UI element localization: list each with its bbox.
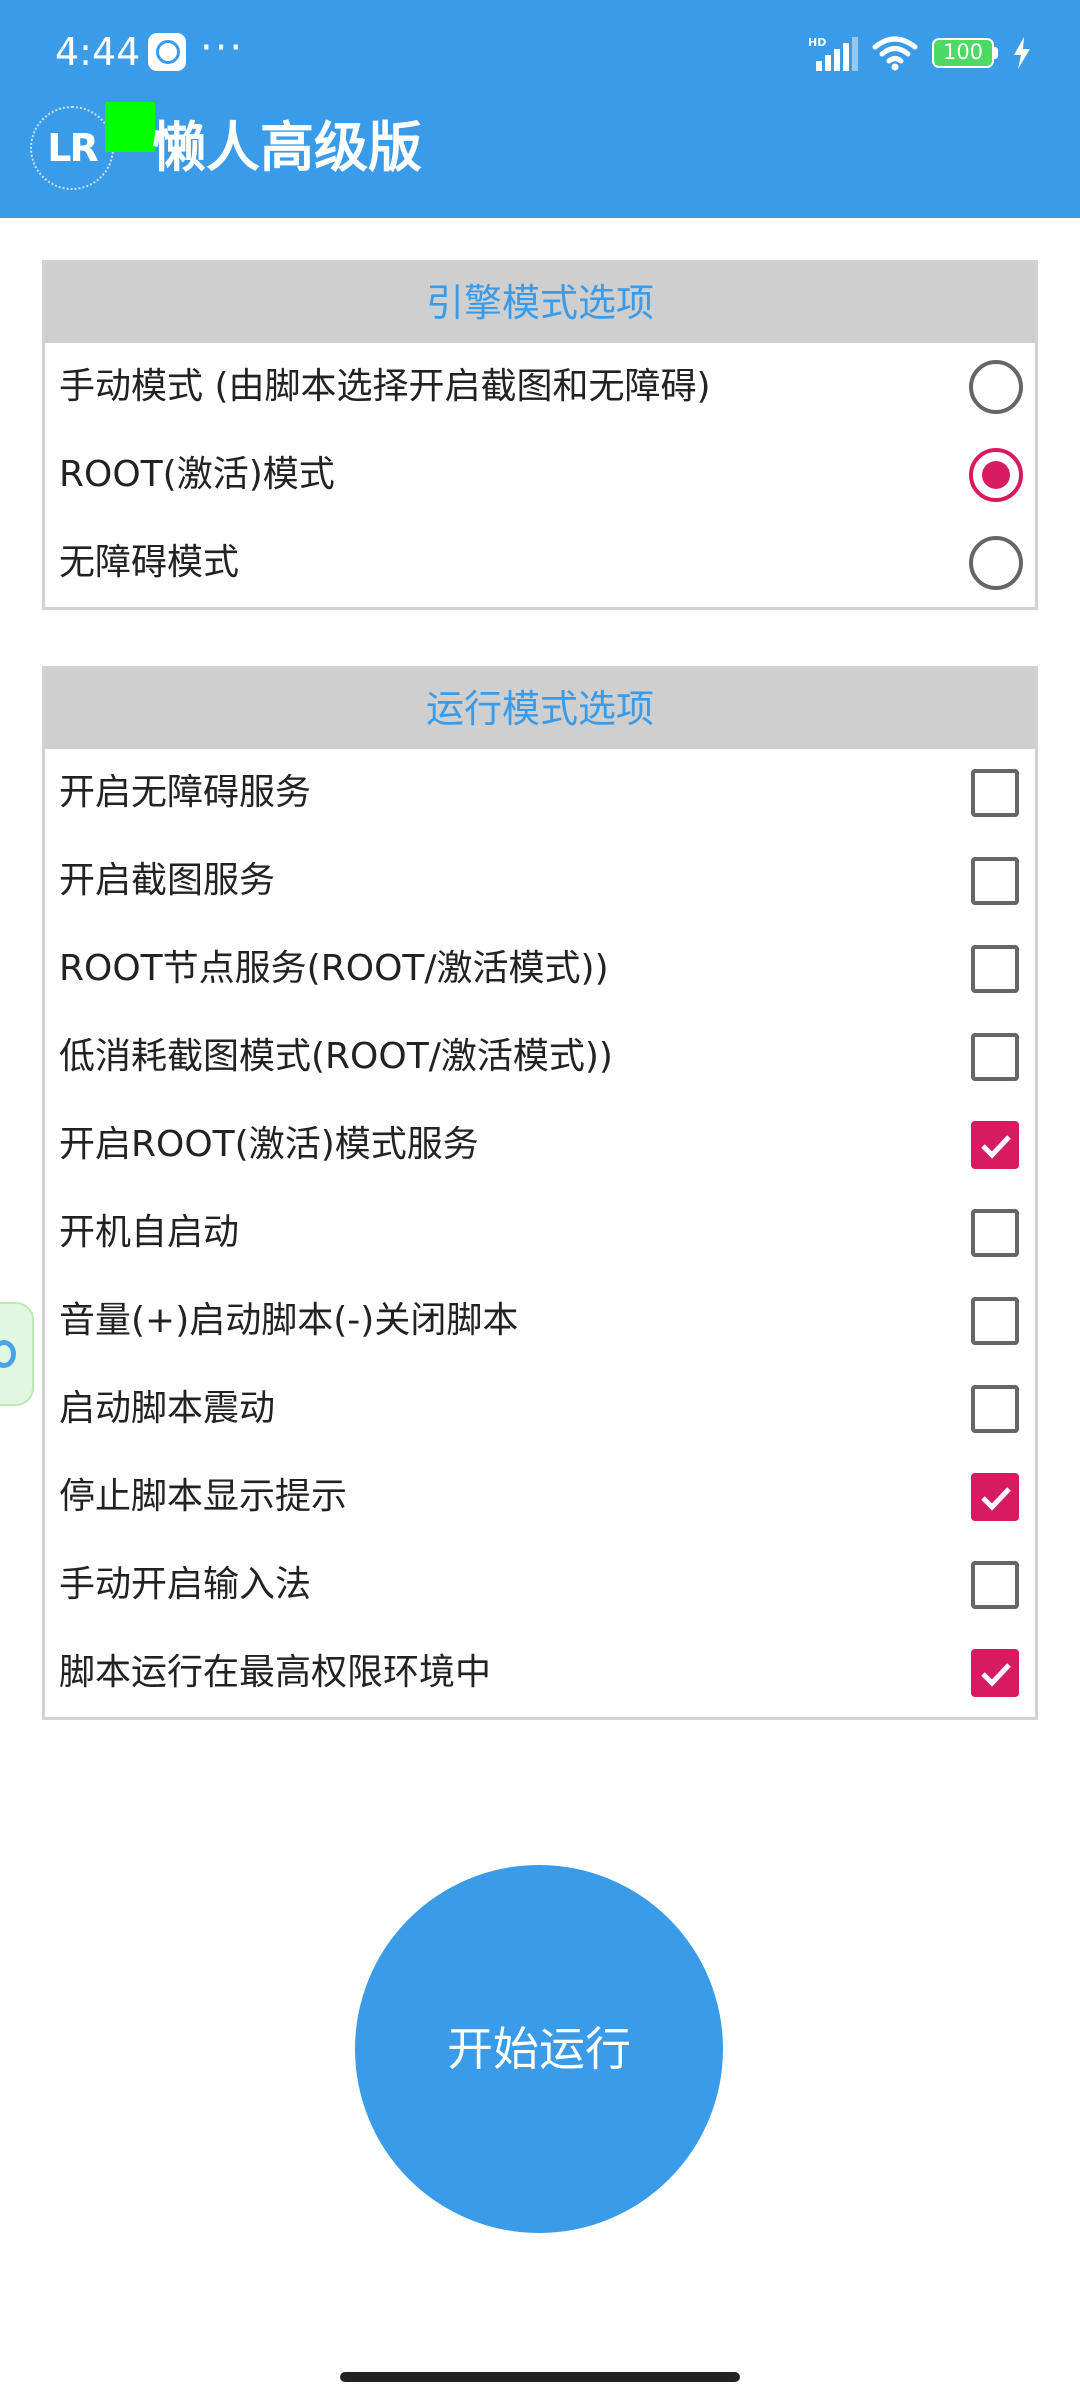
run-option-accessibility-service[interactable]: 开启无障碍服务 [45, 749, 1035, 837]
option-label: 停止脚本显示提示 [59, 1476, 348, 1517]
option-label: 低消耗截图模式(ROOT/激活模式)) [59, 1036, 613, 1077]
checkbox[interactable] [971, 1561, 1019, 1609]
run-option-start-vibrate[interactable]: 启动脚本震动 [45, 1365, 1035, 1453]
run-option-manual-ime[interactable]: 手动开启输入法 [45, 1541, 1035, 1629]
checkbox[interactable] [971, 1209, 1019, 1257]
run-option-stop-toast[interactable]: 停止脚本显示提示 [45, 1453, 1035, 1541]
more-notifications-icon: ··· [200, 25, 245, 71]
run-option-highest-privilege[interactable]: 脚本运行在最高权限环境中 [45, 1629, 1035, 1717]
option-label: 开启截图服务 [59, 860, 276, 901]
run-option-low-power-screenshot[interactable]: 低消耗截图模式(ROOT/激活模式)) [45, 1013, 1035, 1101]
option-label: 无障碍模式 [59, 542, 240, 583]
check-icon [981, 1663, 1011, 1687]
run-mode-header: 运行模式选项 [45, 669, 1035, 749]
battery-icon: 100 [932, 38, 998, 68]
green-marker [105, 102, 155, 152]
top-header: 4:44 ··· HD 100 LR 懒人高级版 [0, 0, 1080, 218]
status-time: 4:44 [55, 30, 141, 74]
run-option-volume-keys[interactable]: 音量(+)启动脚本(-)关闭脚本 [45, 1277, 1035, 1365]
app-title: 懒人高级版 [152, 116, 422, 179]
radio-button[interactable] [969, 360, 1023, 414]
assistant-icon [0, 1340, 16, 1368]
option-label: 手动开启输入法 [59, 1564, 312, 1605]
option-label: ROOT节点服务(ROOT/激活模式)) [59, 948, 609, 989]
run-mode-card: 运行模式选项 开启无障碍服务 开启截图服务 ROOT节点服务(ROOT/激活模式… [42, 666, 1038, 1720]
status-icons: HD 100 [808, 30, 1032, 76]
radio-button[interactable] [969, 536, 1023, 590]
checkbox[interactable] [971, 857, 1019, 905]
checkbox-checked[interactable] [971, 1473, 1019, 1521]
checkbox[interactable] [971, 945, 1019, 993]
wifi-icon [872, 36, 918, 71]
run-option-root-mode-service[interactable]: 开启ROOT(激活)模式服务 [45, 1101, 1035, 1189]
run-option-boot-autostart[interactable]: 开机自启动 [45, 1189, 1035, 1277]
option-label: 手动模式 (由脚本选择开启截图和无障碍) [59, 366, 711, 407]
home-indicator[interactable] [340, 2372, 740, 2382]
start-run-button[interactable]: 开始运行 [355, 1865, 723, 2233]
option-label: ROOT(激活)模式 [59, 454, 335, 495]
checkbox[interactable] [971, 769, 1019, 817]
engine-option-root[interactable]: ROOT(激活)模式 [45, 431, 1035, 519]
run-option-root-node-service[interactable]: ROOT节点服务(ROOT/激活模式)) [45, 925, 1035, 1013]
engine-option-accessibility[interactable]: 无障碍模式 [45, 519, 1035, 607]
option-label: 脚本运行在最高权限环境中 [59, 1652, 492, 1693]
floating-assistant-tab[interactable] [0, 1302, 34, 1406]
run-option-screenshot-service[interactable]: 开启截图服务 [45, 837, 1035, 925]
option-label: 音量(+)启动脚本(-)关闭脚本 [59, 1300, 519, 1341]
engine-option-manual[interactable]: 手动模式 (由脚本选择开启截图和无障碍) [45, 343, 1035, 431]
check-icon [981, 1487, 1011, 1511]
checkbox[interactable] [971, 1385, 1019, 1433]
charging-icon [1014, 37, 1030, 69]
option-label: 开机自启动 [59, 1212, 240, 1253]
radio-button-selected[interactable] [969, 448, 1023, 502]
checkbox-checked[interactable] [971, 1121, 1019, 1169]
option-label: 启动脚本震动 [59, 1388, 276, 1429]
notification-app-icon [148, 33, 186, 71]
checkbox[interactable] [971, 1297, 1019, 1345]
signal-icon: HD [808, 36, 858, 71]
option-label: 开启ROOT(激活)模式服务 [59, 1124, 479, 1165]
app-logo: LR [30, 106, 114, 190]
engine-mode-card: 引擎模式选项 手动模式 (由脚本选择开启截图和无障碍) ROOT(激活)模式 无… [42, 260, 1038, 610]
check-icon [981, 1135, 1011, 1159]
battery-level: 100 [942, 40, 984, 64]
engine-mode-header: 引擎模式选项 [45, 263, 1035, 343]
svg-text:HD: HD [808, 36, 826, 49]
checkbox-checked[interactable] [971, 1649, 1019, 1697]
option-label: 开启无障碍服务 [59, 772, 312, 813]
checkbox[interactable] [971, 1033, 1019, 1081]
